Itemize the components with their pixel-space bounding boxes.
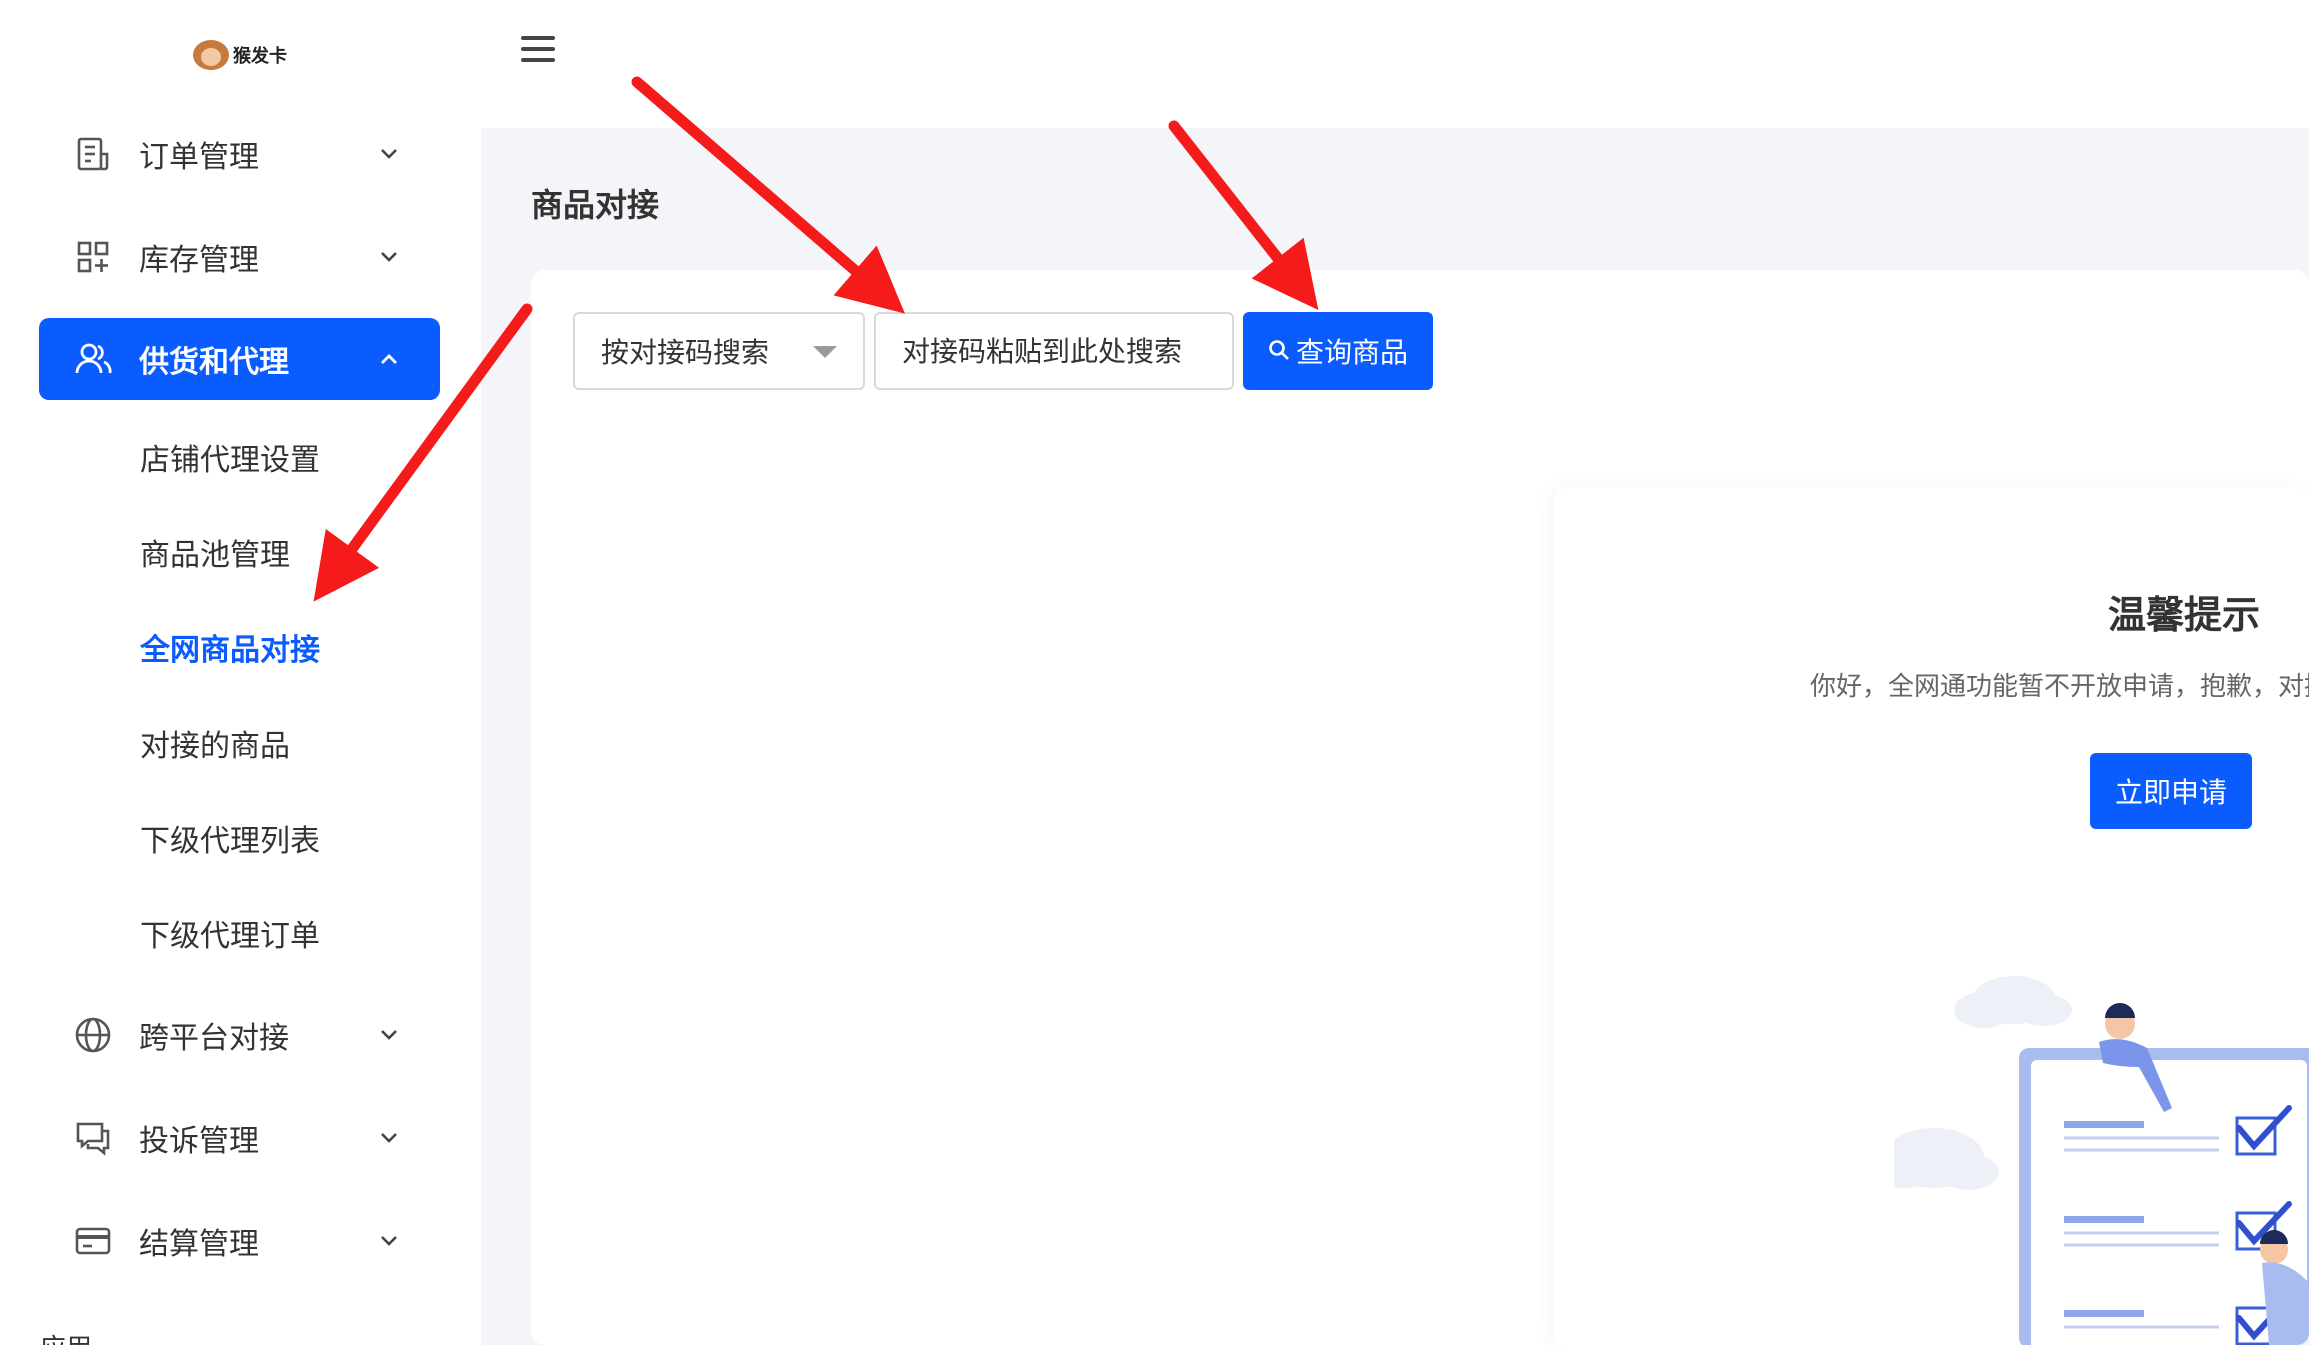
topbar [481, 0, 2309, 128]
subnav-network-product-docking[interactable]: 全网商品对接 [140, 631, 320, 671]
sidebar-item-settlement[interactable]: 结算管理 [39, 1200, 440, 1282]
subnav-store-agent-settings[interactable]: 店铺代理设置 [140, 441, 320, 481]
chevron-down-icon [374, 1226, 404, 1256]
sidebar-item-supply-agent[interactable]: 供货和代理 [39, 318, 440, 400]
globe-icon [73, 1015, 113, 1055]
sidebar: 猴发卡 订单管理 库存管理 供货和代理 店铺代理设置 商品池管理 全网商品对接 … [0, 0, 481, 1345]
subnav-sub-agent-orders[interactable]: 下级代理订单 [140, 917, 320, 957]
hamburger-menu-icon[interactable] [521, 36, 555, 66]
logo[interactable]: 猴发卡 [193, 40, 287, 70]
sidebar-item-label: 库存管理 [139, 243, 259, 278]
logo-text: 猴发卡 [233, 46, 287, 67]
subnav-docked-products[interactable]: 对接的商品 [140, 727, 290, 767]
chevron-up-icon [374, 344, 404, 374]
notice-panel: 温馨提示 你好，全网通功能暂不开放申请，抱歉，对接 立即申请 [1554, 488, 2309, 1345]
checklist-illustration [1894, 976, 2309, 1345]
order-icon [73, 134, 113, 174]
monkey-logo-icon [193, 40, 229, 70]
search-type-select[interactable]: 按对接码搜索 [573, 312, 865, 390]
sidebar-item-cross-platform[interactable]: 跨平台对接 [39, 994, 440, 1076]
notice-text: 你好，全网通功能暂不开放申请，抱歉，对接 [1810, 672, 2309, 702]
chevron-down-icon [374, 242, 404, 272]
caret-down-icon [813, 346, 837, 358]
sidebar-item-inventory[interactable]: 库存管理 [39, 216, 440, 298]
query-products-button[interactable]: 查询商品 [1243, 312, 1433, 390]
sidebar-item-orders[interactable]: 订单管理 [39, 113, 440, 195]
chevron-down-icon [374, 1123, 404, 1153]
chevron-down-icon [374, 139, 404, 169]
sidebar-item-label: 投诉管理 [139, 1124, 259, 1159]
complaint-icon [73, 1118, 113, 1158]
sidebar-item-label: 结算管理 [139, 1227, 259, 1262]
chevron-down-icon [374, 1020, 404, 1050]
search-icon [1268, 335, 1290, 368]
subnav-product-pool[interactable]: 商品池管理 [140, 536, 290, 576]
page-title: 商品对接 [531, 186, 660, 224]
sidebar-section-label: 应用 [40, 1328, 92, 1345]
notice-title: 温馨提示 [2107, 593, 2260, 637]
inventory-icon [73, 237, 113, 277]
sidebar-item-label: 跨平台对接 [139, 1021, 289, 1056]
search-type-value: 按对接码搜索 [601, 336, 770, 369]
sidebar-item-complaints[interactable]: 投诉管理 [39, 1097, 440, 1179]
sidebar-item-label: 供货和代理 [139, 345, 289, 380]
app-root: 猴发卡 订单管理 库存管理 供货和代理 店铺代理设置 商品池管理 全网商品对接 … [0, 0, 2309, 1345]
apply-now-button[interactable]: 立即申请 [2090, 753, 2252, 829]
docking-code-input[interactable] [874, 312, 1234, 390]
subnav-sub-agent-list[interactable]: 下级代理列表 [140, 822, 320, 862]
settlement-icon [73, 1221, 113, 1261]
query-button-label: 查询商品 [1295, 336, 1408, 369]
content-card: 按对接码搜索 查询商品 温馨提示 你好，全网通功能暂不开放申请，抱歉，对接 立即… [531, 270, 2309, 1345]
main-content: 商品对接 按对接码搜索 查询商品 温馨提示 你好，全网通功能暂不开放申请，抱歉，… [481, 128, 2309, 1345]
sidebar-item-label: 订单管理 [139, 140, 259, 175]
users-icon [73, 339, 113, 379]
